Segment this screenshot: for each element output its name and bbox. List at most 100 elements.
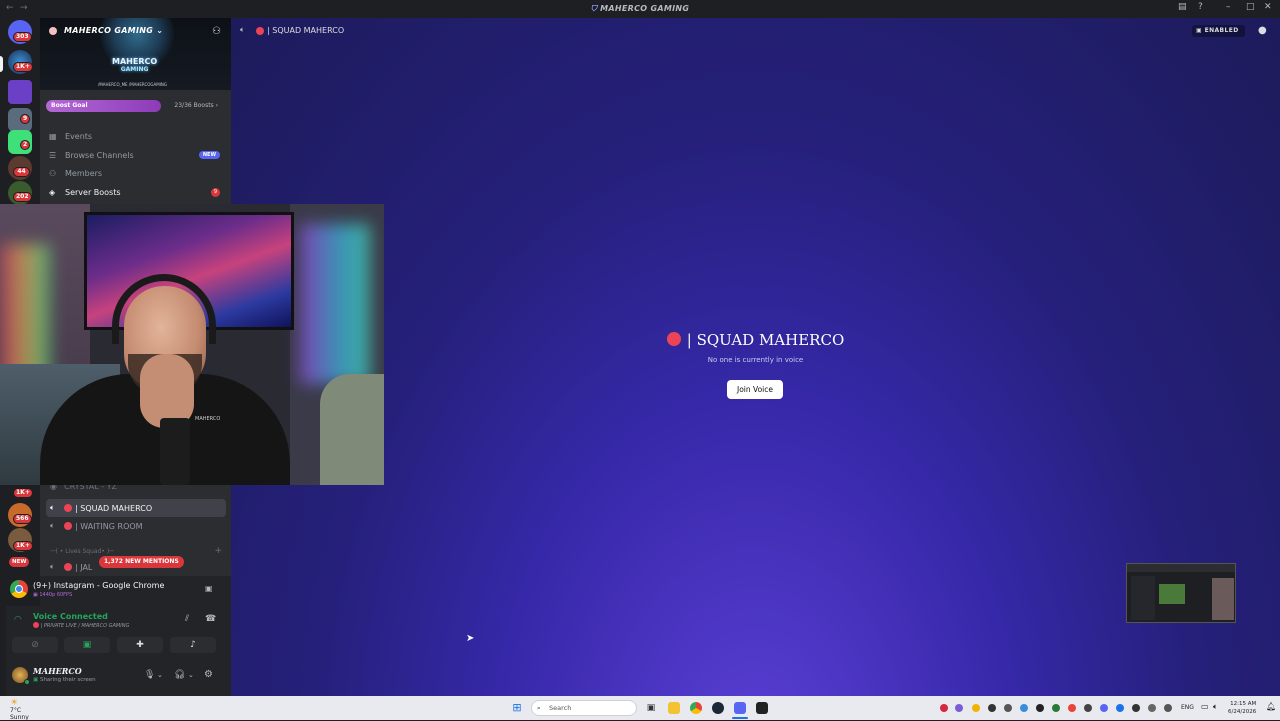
mouse-cursor-icon: ➤ xyxy=(466,633,475,644)
invite-people-icon[interactable]: ⚇ xyxy=(212,26,221,37)
voice-channel-waiting-room[interactable]: 🔈︎ | WAITING ROOM xyxy=(46,517,226,535)
shirt-logo: MAHERCO xyxy=(195,416,221,422)
stream-quality: ▣ 1440p 60FPS xyxy=(33,592,73,598)
enabled-badge[interactable]: ▣ ENABLED xyxy=(1192,25,1245,37)
app-taskbar-icon[interactable] xyxy=(756,702,768,714)
header-channel-name: | SQUAD MAHERCO xyxy=(267,26,345,35)
speaker-icon: 🔈︎ xyxy=(50,521,55,530)
webcam-led-glow xyxy=(300,224,370,384)
voice-channel-squad-maherco[interactable]: 🔈︎ | SQUAD MAHERCO xyxy=(46,499,226,517)
language-indicator[interactable]: ENG xyxy=(1181,704,1194,711)
tray-icon[interactable] xyxy=(972,704,980,712)
username[interactable]: MAHERCO xyxy=(33,666,82,676)
windows-taskbar: ☀ 7°C Sunny ⊞ ⌕ Search ▣ ENG ▭ 🔈︎ 12:15 … xyxy=(0,696,1280,721)
voice-channel-path[interactable]: | PRIVATE LIVE / MAHERCO GAMING xyxy=(33,622,129,629)
help-icon[interactable]: ? xyxy=(1198,2,1203,12)
speaker-icon: 🔈︎ xyxy=(50,503,55,512)
microphone-icon[interactable]: 🎙︎ xyxy=(144,670,155,680)
enabled-icon: ▣ xyxy=(1196,27,1203,34)
search-icon: ⌕ xyxy=(537,704,541,712)
add-channel-icon[interactable]: + xyxy=(214,546,222,556)
activities-button[interactable]: ✚ xyxy=(117,637,163,653)
menu-events[interactable]: ▦ Events xyxy=(46,127,224,145)
server-badge: 1K+ xyxy=(13,488,33,498)
live-dot-icon xyxy=(666,332,681,346)
headphones-icon[interactable]: 🎧︎ xyxy=(174,670,185,680)
server-icon-purple[interactable] xyxy=(8,80,32,104)
server-banner[interactable]: MAHERCO GAMING ⌄ ⚇ MAHERCO GAMING /MAHERC… xyxy=(40,18,231,90)
steam-icon[interactable] xyxy=(712,702,724,714)
disconnect-icon[interactable]: ☎ xyxy=(205,614,216,624)
screen-share-status-icon: ▣ xyxy=(33,677,39,683)
boost-count: 23/36 Boosts › xyxy=(174,102,218,109)
soundboard-button[interactable]: ♪ xyxy=(170,637,216,653)
menu-browse-channels[interactable]: ☰ Browse Channels NEW xyxy=(46,146,224,164)
boost-goal-bar[interactable]: Boost Goal 23/36 Boosts › xyxy=(46,100,226,112)
tray-icon[interactable] xyxy=(1052,704,1060,712)
file-explorer-icon[interactable] xyxy=(668,702,680,714)
minimize-icon[interactable]: – xyxy=(1226,2,1231,12)
join-voice-button[interactable]: Join Voice xyxy=(727,380,783,399)
tray-icon[interactable] xyxy=(955,704,963,712)
signal-icon: ◠ xyxy=(14,615,22,625)
webcam-hand xyxy=(140,354,194,428)
close-icon[interactable]: ✕ xyxy=(1264,2,1272,12)
chat-bubble-icon[interactable]: ● xyxy=(1258,25,1267,36)
tray-icon[interactable] xyxy=(1068,704,1076,712)
tray-icon[interactable] xyxy=(1084,704,1092,712)
menu-server-boosts[interactable]: ◈ Server Boosts 9 xyxy=(46,183,224,201)
noise-suppression-icon[interactable]: ⫽ xyxy=(185,614,189,624)
stream-title: (9+) Instagram - Google Chrome xyxy=(33,581,165,590)
server-badge: 1K+ xyxy=(13,62,33,72)
tray-icon[interactable] xyxy=(1036,704,1044,712)
notification-icon[interactable]: 🔔︎ xyxy=(1266,702,1276,711)
banner-socials: /MAHERCO_ME /MAHERCOGAMING xyxy=(98,82,167,87)
discord-taskbar-icon[interactable] xyxy=(734,702,746,714)
chevron-down-icon[interactable]: ⌄ xyxy=(157,671,163,679)
tray-icon[interactable] xyxy=(1020,704,1028,712)
task-view-icon[interactable]: ▣ xyxy=(645,702,657,714)
server-badge: 44 xyxy=(13,167,30,177)
server-badge: 202 xyxy=(13,192,32,202)
taskbar-search[interactable]: ⌕ Search xyxy=(531,700,637,716)
stream-preview-thumbnail[interactable] xyxy=(1126,563,1236,623)
network-icon[interactable]: ▭ xyxy=(1201,702,1209,711)
user-status: ▣ Sharing their screen xyxy=(33,677,96,683)
channel-title: | SQUAD MAHERCO xyxy=(231,331,1280,349)
settings-gear-icon[interactable]: ⚙ xyxy=(204,669,213,680)
title-bar: ← → ⛉ MAHERCO GAMING ▤ ? – □ ✕ xyxy=(0,0,1280,18)
tray-icon[interactable] xyxy=(1148,704,1156,712)
chevron-down-icon[interactable]: ⌄ xyxy=(188,671,194,679)
server-shield-icon xyxy=(49,27,57,35)
volume-icon[interactable]: 🔈︎ xyxy=(1213,702,1218,712)
channel-header: 🔈︎ | SQUAD MAHERCO ▣ ENABLED ● xyxy=(231,18,1280,44)
tray-icon[interactable] xyxy=(988,704,996,712)
stop-stream-icon[interactable]: ▣ xyxy=(205,584,213,593)
menu-members[interactable]: ⚇ Members xyxy=(46,164,224,182)
windows-start-icon[interactable]: ⊞ xyxy=(511,702,523,714)
voice-connected-status[interactable]: Voice Connected xyxy=(33,612,108,621)
speaker-icon: 🔈︎ xyxy=(50,562,55,571)
weather-widget[interactable]: ☀ 7°C Sunny xyxy=(10,699,29,721)
taskbar-clock[interactable]: 12:15 AM 6/24/2026 xyxy=(1228,700,1256,716)
tray-icon[interactable] xyxy=(1004,704,1012,712)
chrome-center xyxy=(15,585,23,593)
screen-share-button[interactable]: ▣ xyxy=(64,637,110,653)
bluetooth-icon[interactable] xyxy=(1116,704,1124,712)
window-title: ⛉ MAHERCO GAMING xyxy=(590,4,690,13)
online-status-dot xyxy=(24,679,30,685)
webcam-led-glow xyxy=(0,244,50,384)
chrome-taskbar-icon[interactable] xyxy=(690,702,702,714)
inbox-icon[interactable]: ▤ xyxy=(1178,2,1187,12)
camera-off-button[interactable]: ⊘ xyxy=(12,637,58,653)
new-mentions-pill[interactable]: 1,372 NEW MENTIONS xyxy=(99,556,184,568)
speaker-icon: 🔈︎ xyxy=(240,25,245,34)
active-server-pill xyxy=(0,56,3,72)
server-name[interactable]: MAHERCO GAMING ⌄ xyxy=(64,26,163,35)
tray-icon[interactable] xyxy=(1132,704,1140,712)
tray-icon[interactable] xyxy=(1164,704,1172,712)
tray-icon[interactable] xyxy=(1100,704,1108,712)
tray-icon[interactable] xyxy=(940,704,948,712)
live-dot-icon xyxy=(64,563,72,571)
maximize-icon[interactable]: □ xyxy=(1246,2,1255,12)
